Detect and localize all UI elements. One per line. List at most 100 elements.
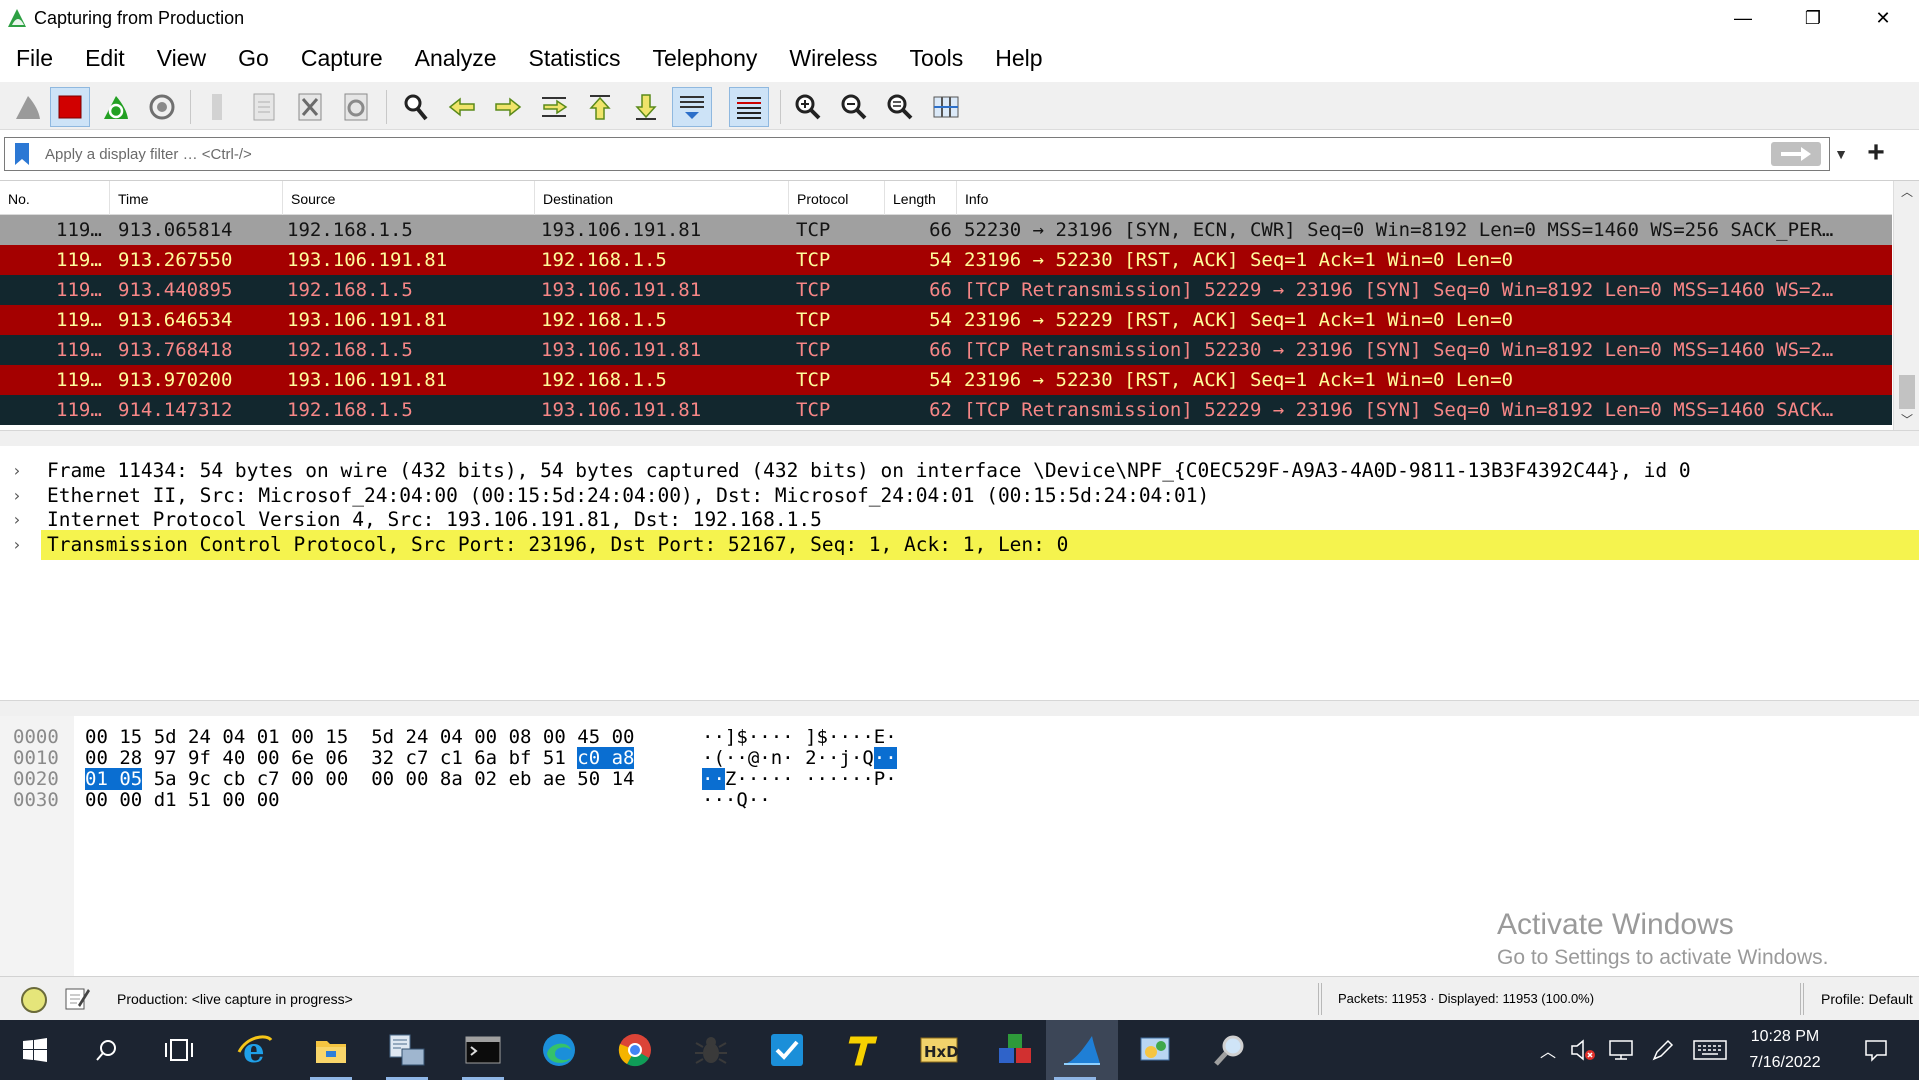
network-button[interactable] [1606, 1020, 1636, 1080]
taskbar-clock[interactable]: 10:28 PM 7/16/2022 [1730, 1020, 1840, 1080]
edit-comment-icon[interactable] [64, 985, 90, 1011]
column-header-length[interactable]: Length [885, 181, 957, 215]
taskbar-file-explorer[interactable] [302, 1020, 360, 1080]
ascii-char[interactable]: · [759, 789, 770, 811]
pen-button[interactable] [1648, 1020, 1678, 1080]
packet-row[interactable]: 119… 913.267550 193.106.191.81 192.168.1.5 T… [0, 245, 1892, 275]
go-to-packet-button[interactable] [534, 87, 574, 127]
show-hidden-icons-button[interactable]: ︿ [1536, 1020, 1560, 1080]
taskbar-text-editor[interactable] [834, 1020, 892, 1080]
column-header-no[interactable]: No. [0, 181, 110, 215]
scroll-down-icon[interactable]: ﹀ [1894, 409, 1919, 431]
autoscroll-button[interactable] [672, 87, 712, 127]
menu-wireless[interactable]: Wireless [773, 38, 893, 78]
hex-byte[interactable]: 00 [85, 789, 108, 811]
resize-columns-button[interactable] [926, 87, 966, 127]
find-packet-button[interactable] [396, 87, 436, 127]
menu-analyze[interactable]: Analyze [399, 38, 513, 78]
search-button[interactable] [78, 1020, 136, 1080]
close-window-button[interactable]: ✕ [1848, 0, 1918, 36]
open-file-button[interactable] [198, 87, 238, 127]
last-packet-button[interactable] [626, 87, 666, 127]
taskbar-hxd[interactable]: HxD [910, 1020, 968, 1080]
bookmark-icon[interactable] [13, 142, 31, 166]
taskbar-cubes-app[interactable] [986, 1020, 1044, 1080]
profile-text[interactable]: Profile: Default [1821, 977, 1913, 1021]
menu-view[interactable]: View [141, 38, 222, 78]
capture-status-icon[interactable] [21, 987, 47, 1013]
apply-filter-button[interactable] [1771, 142, 1821, 166]
taskbar-internet-explorer[interactable]: e [226, 1020, 284, 1080]
packet-row[interactable]: 119… 914.147312 192.168.1.5 193.106.191.81 T… [0, 395, 1892, 425]
display-filter-input[interactable] [45, 138, 1745, 170]
ascii-char[interactable]: · [725, 789, 736, 811]
hex-byte[interactable]: 00 [119, 789, 142, 811]
column-header-time[interactable]: Time [110, 181, 283, 215]
taskbar-terminal[interactable] [454, 1020, 512, 1080]
zoom-normal-button[interactable] [880, 87, 920, 127]
notifications-button[interactable] [1856, 1020, 1896, 1080]
scrollbar-thumb[interactable] [1899, 375, 1915, 409]
menu-tools[interactable]: Tools [894, 38, 980, 78]
bytes-ascii[interactable]: ···Q·· [702, 787, 771, 813]
hex-byte[interactable]: 00 [257, 789, 280, 811]
reload-file-button[interactable] [336, 87, 376, 127]
go-forward-button[interactable] [488, 87, 528, 127]
taskbar-magnifier-tool[interactable] [1202, 1020, 1260, 1080]
capture-options-button[interactable] [142, 87, 182, 127]
ascii-char[interactable]: Q [736, 789, 747, 811]
colorize-button[interactable] [729, 87, 769, 127]
taskbar-edge[interactable] [530, 1020, 588, 1080]
detail-tree-item[interactable]: › Transmission Control Protocol, Src Port… [0, 529, 1919, 560]
touch-keyboard-button[interactable] [1692, 1020, 1728, 1080]
add-filter-button-button[interactable]: + [1858, 135, 1894, 171]
packet-row[interactable]: 119… 913.646534 193.106.191.81 192.168.1.5 T… [0, 305, 1892, 335]
menu-edit[interactable]: Edit [69, 38, 141, 78]
first-packet-button[interactable] [580, 87, 620, 127]
restart-capture-button[interactable] [96, 87, 136, 127]
taskbar-control-panel[interactable] [1126, 1020, 1184, 1080]
column-header-info[interactable]: Info [957, 181, 1892, 215]
restore-button[interactable]: ❐ [1778, 0, 1848, 36]
bytes-hex[interactable]: 00 00 d1 51 00 00 [85, 787, 280, 813]
filter-history-dropdown[interactable]: ▼ [1826, 137, 1856, 171]
packet-row[interactable]: 119… 913.440895 192.168.1.5 193.106.191.81 T… [0, 275, 1892, 305]
menu-file[interactable]: File [0, 38, 69, 78]
menu-statistics[interactable]: Statistics [512, 38, 636, 78]
scroll-up-icon[interactable]: ︿ [1894, 181, 1919, 203]
go-back-button[interactable] [442, 87, 482, 127]
menu-go[interactable]: Go [222, 38, 285, 78]
stop-capture-button[interactable] [50, 87, 90, 127]
task-view-button[interactable] [150, 1020, 208, 1080]
packet-row[interactable]: 119… 913.065814 192.168.1.5 193.106.191.81 T… [0, 215, 1892, 245]
start-capture-button[interactable] [8, 87, 48, 127]
start-button[interactable] [6, 1020, 64, 1080]
ascii-char[interactable]: · [702, 789, 713, 811]
column-header-protocol[interactable]: Protocol [789, 181, 885, 215]
packet-row[interactable]: 119… 913.970200 193.106.191.81 192.168.1.5 T… [0, 365, 1892, 395]
ascii-char[interactable]: · [713, 789, 724, 811]
taskbar-bug-tool[interactable] [682, 1020, 740, 1080]
zoom-out-button[interactable] [834, 87, 874, 127]
column-header-source[interactable]: Source [283, 181, 535, 215]
column-header-destination[interactable]: Destination [535, 181, 789, 215]
packet-list-scrollbar[interactable]: ︿ ﹀ [1893, 181, 1919, 431]
taskbar-chrome[interactable] [606, 1020, 664, 1080]
hex-byte[interactable]: 00 [222, 789, 245, 811]
menu-help[interactable]: Help [979, 38, 1058, 78]
menu-telephony[interactable]: Telephony [637, 38, 774, 78]
hex-byte[interactable]: d1 [154, 789, 177, 811]
menu-capture[interactable]: Capture [285, 38, 399, 78]
close-file-button[interactable] [290, 87, 330, 127]
expand-chevron-icon[interactable]: › [12, 530, 30, 560]
taskbar-wireshark[interactable] [1046, 1020, 1118, 1080]
packet-row[interactable]: 119… 913.768418 192.168.1.5 193.106.191.81 T… [0, 335, 1892, 365]
zoom-in-button[interactable] [788, 87, 828, 127]
taskbar-network-tool[interactable] [378, 1020, 436, 1080]
volume-button[interactable] [1568, 1020, 1598, 1080]
hex-byte[interactable]: 51 [188, 789, 211, 811]
save-file-button[interactable] [244, 87, 284, 127]
taskbar-task-checker[interactable] [758, 1020, 816, 1080]
minimize-button[interactable]: — [1708, 0, 1778, 36]
ascii-char[interactable]: · [748, 789, 759, 811]
